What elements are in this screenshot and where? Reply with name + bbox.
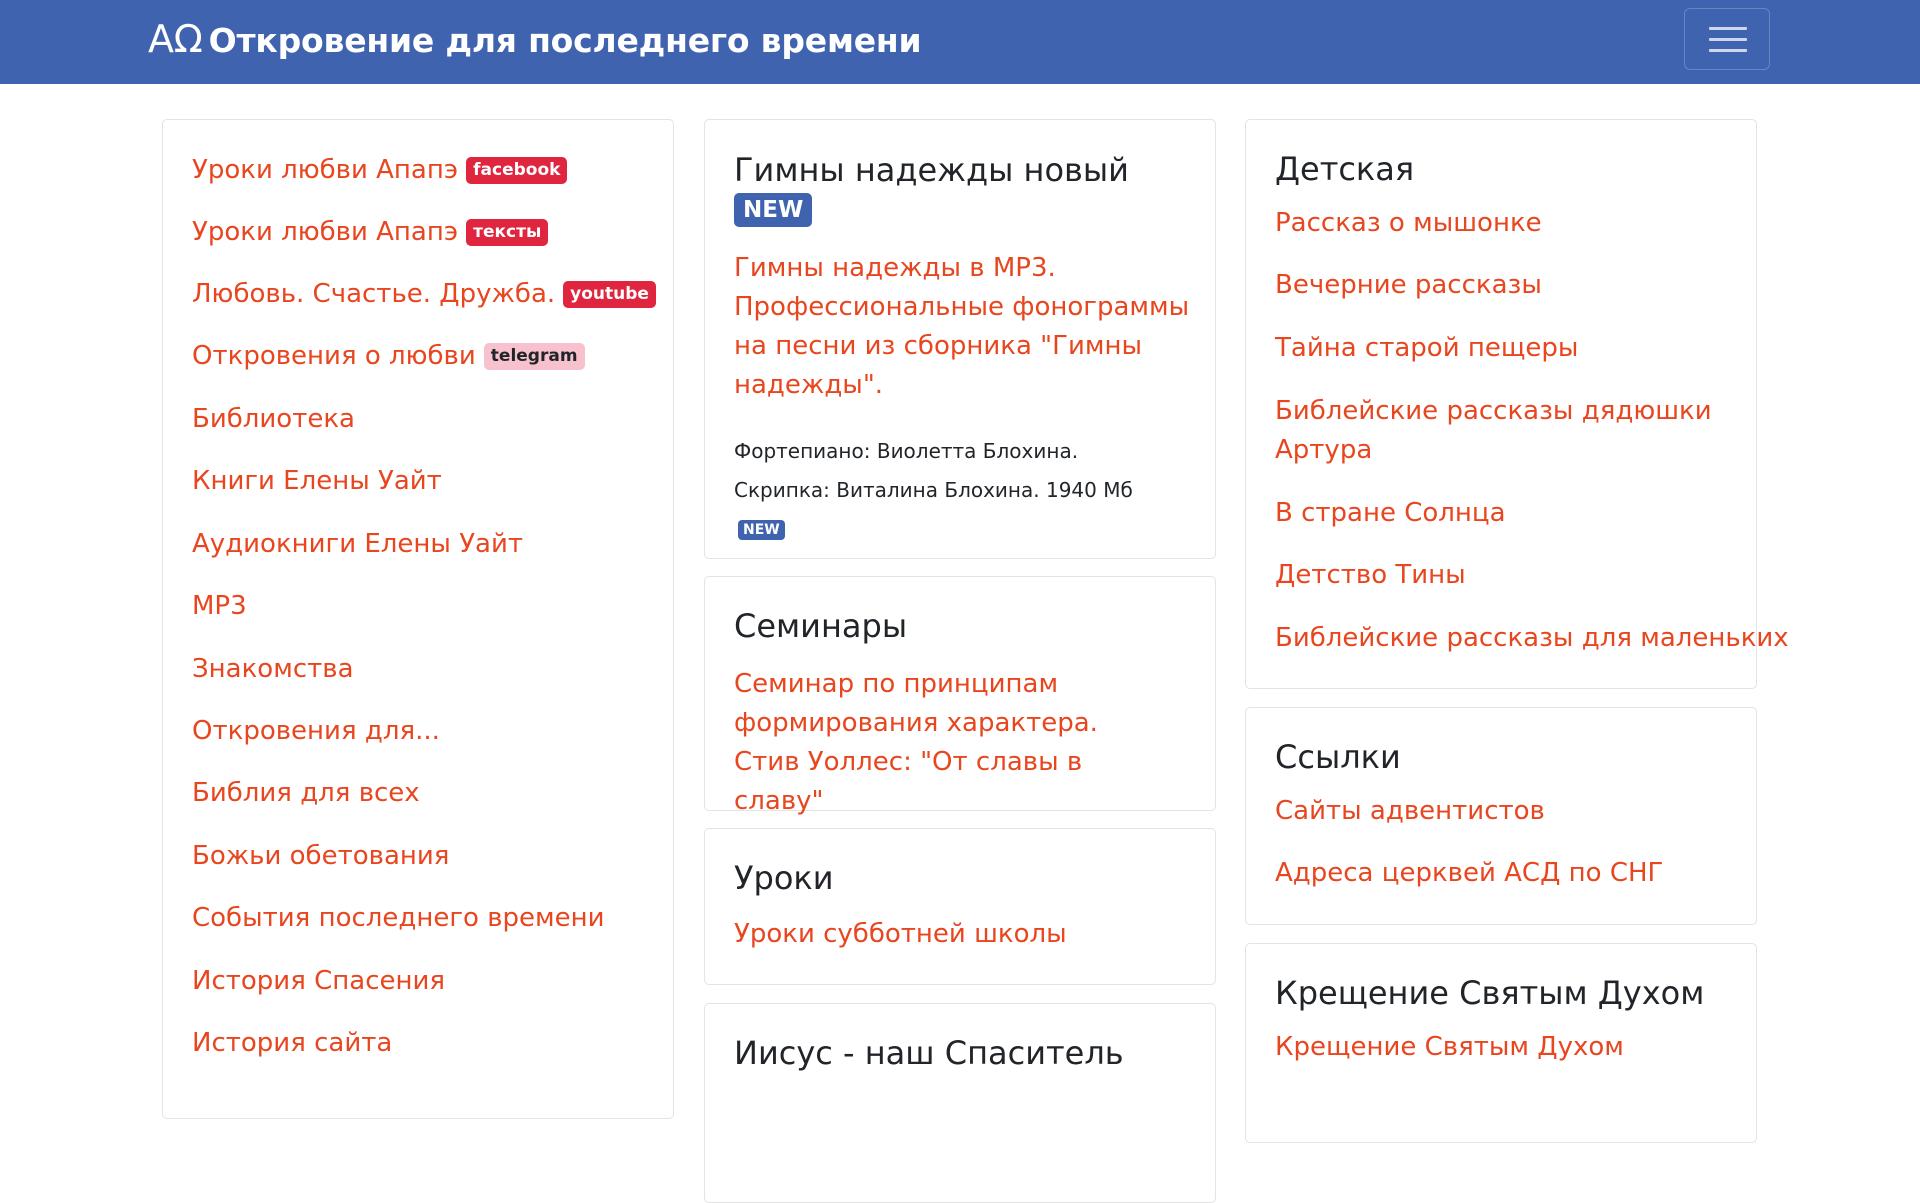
kids-card-title: Детская [1275,150,1415,188]
seminar-character-link[interactable]: Семинар по принципам формирования характ… [734,665,1164,821]
sabbath-school-lessons-link[interactable]: Уроки субботней школы [734,919,1067,949]
menu-item-ellen-white-audiobooks[interactable]: Аудиокниги Елены Уайт [192,529,523,559]
hymns-card: Гимны надежды новый NEW Гимны надежды в … [704,119,1216,559]
links-card-title: Ссылки [1275,738,1401,776]
hamburger-icon [1709,27,1747,30]
kids-link-bible-stories-little[interactable]: Библейские рассказы для маленьких [1275,623,1789,653]
kids-link-sun-country[interactable]: В стране Солнца [1275,498,1506,528]
menu-item-revelations-for[interactable]: Откровения для... [192,716,440,746]
menu-item-agape-facebook[interactable]: Уроки любви Апапэ facebook [192,155,568,185]
jesus-card: Иисус - наш Спаситель [704,1003,1216,1203]
adventist-sites-link[interactable]: Сайты адвентистов [1275,796,1545,826]
kids-link-evening-stories[interactable]: Вечерние рассказы [1275,270,1542,300]
menu-item-mp3[interactable]: MP3 [192,591,247,621]
site-title: Откровение для последнего времени [208,21,922,60]
youtube-badge[interactable]: youtube [563,281,656,308]
menu-item-bible-for-all[interactable]: Библия для всех [192,778,420,808]
baptism-card-title: Крещение Святым Духом [1275,974,1705,1012]
new-badge-small: NEW [738,520,785,540]
kids-link-uncle-arthur[interactable]: Библейские рассказы дядюшки Артура [1275,392,1715,470]
menu-toggle-button[interactable] [1684,8,1770,70]
alpha-omega-logo: ΑΩ [148,17,203,61]
baptism-holy-spirit-link[interactable]: Крещение Святым Духом [1275,1032,1624,1062]
new-badge: NEW [734,193,813,227]
baptism-card: Крещение Святым Духом Крещение Святым Ду… [1245,943,1757,1143]
kids-link-tina-childhood[interactable]: Детство Тины [1275,560,1466,590]
hamburger-icon-line [1709,49,1747,52]
menu-item-dating[interactable]: Знакомства [192,654,354,684]
menu-item-salvation-history[interactable]: История Спасения [192,966,445,996]
lessons-card: Уроки Уроки субботней школы [704,828,1216,985]
links-card: Ссылки Сайты адвентистов Адреса церквей … [1245,707,1757,925]
hymns-card-title: Гимны надежды новый NEW [734,150,1194,230]
main-menu-card: Уроки любви Апапэ facebook Уроки любви Ап… [162,119,674,1119]
jesus-card-title: Иисус - наш Спаситель [734,1034,1124,1072]
kids-link-old-cave-secret[interactable]: Тайна старой пещеры [1275,333,1578,363]
lessons-card-title: Уроки [734,859,834,897]
telegram-badge[interactable]: telegram [483,343,585,370]
menu-item-library[interactable]: Библиотека [192,404,355,434]
facebook-badge[interactable]: facebook [466,157,568,184]
menu-item-revelations-love-telegram[interactable]: Откровения о любви telegram [192,341,585,371]
kids-card: Детская Рассказ о мышонке Вечерние расск… [1245,119,1789,689]
menu-item-agape-texts[interactable]: Уроки любви Апапэ тексты [192,217,549,247]
site-brand-link[interactable]: ΑΩ Откровение для последнего времени [148,17,922,61]
menu-item-site-history[interactable]: История сайта [192,1028,392,1058]
menu-item-love-happiness-youtube[interactable]: Любовь. Счастье. Дружба. youtube [192,279,656,309]
hymns-meta-text: Фортепиано: Виолетта Блохина. Скрипка: В… [734,439,1133,540]
navbar: ΑΩ Откровение для последнего времени [0,0,1920,84]
seminars-card-title: Семинары [734,607,908,645]
menu-item-gods-promises[interactable]: Божьи обетования [192,841,449,871]
kids-link-mouse-story[interactable]: Рассказ о мышонке [1275,208,1542,238]
texts-badge[interactable]: тексты [466,219,549,246]
hamburger-icon-line [1709,38,1747,41]
church-addresses-link[interactable]: Адреса церквей АСД по СНГ [1275,858,1663,888]
seminars-card: Семинары Семинар по принципам формирован… [704,576,1216,816]
hymns-mp3-link[interactable]: Гимны надежды в MP3. Профессиональные фо… [734,249,1194,405]
menu-item-last-days-events[interactable]: События последнего времени [192,903,605,933]
menu-item-ellen-white-books[interactable]: Книги Елены Уайт [192,466,442,496]
